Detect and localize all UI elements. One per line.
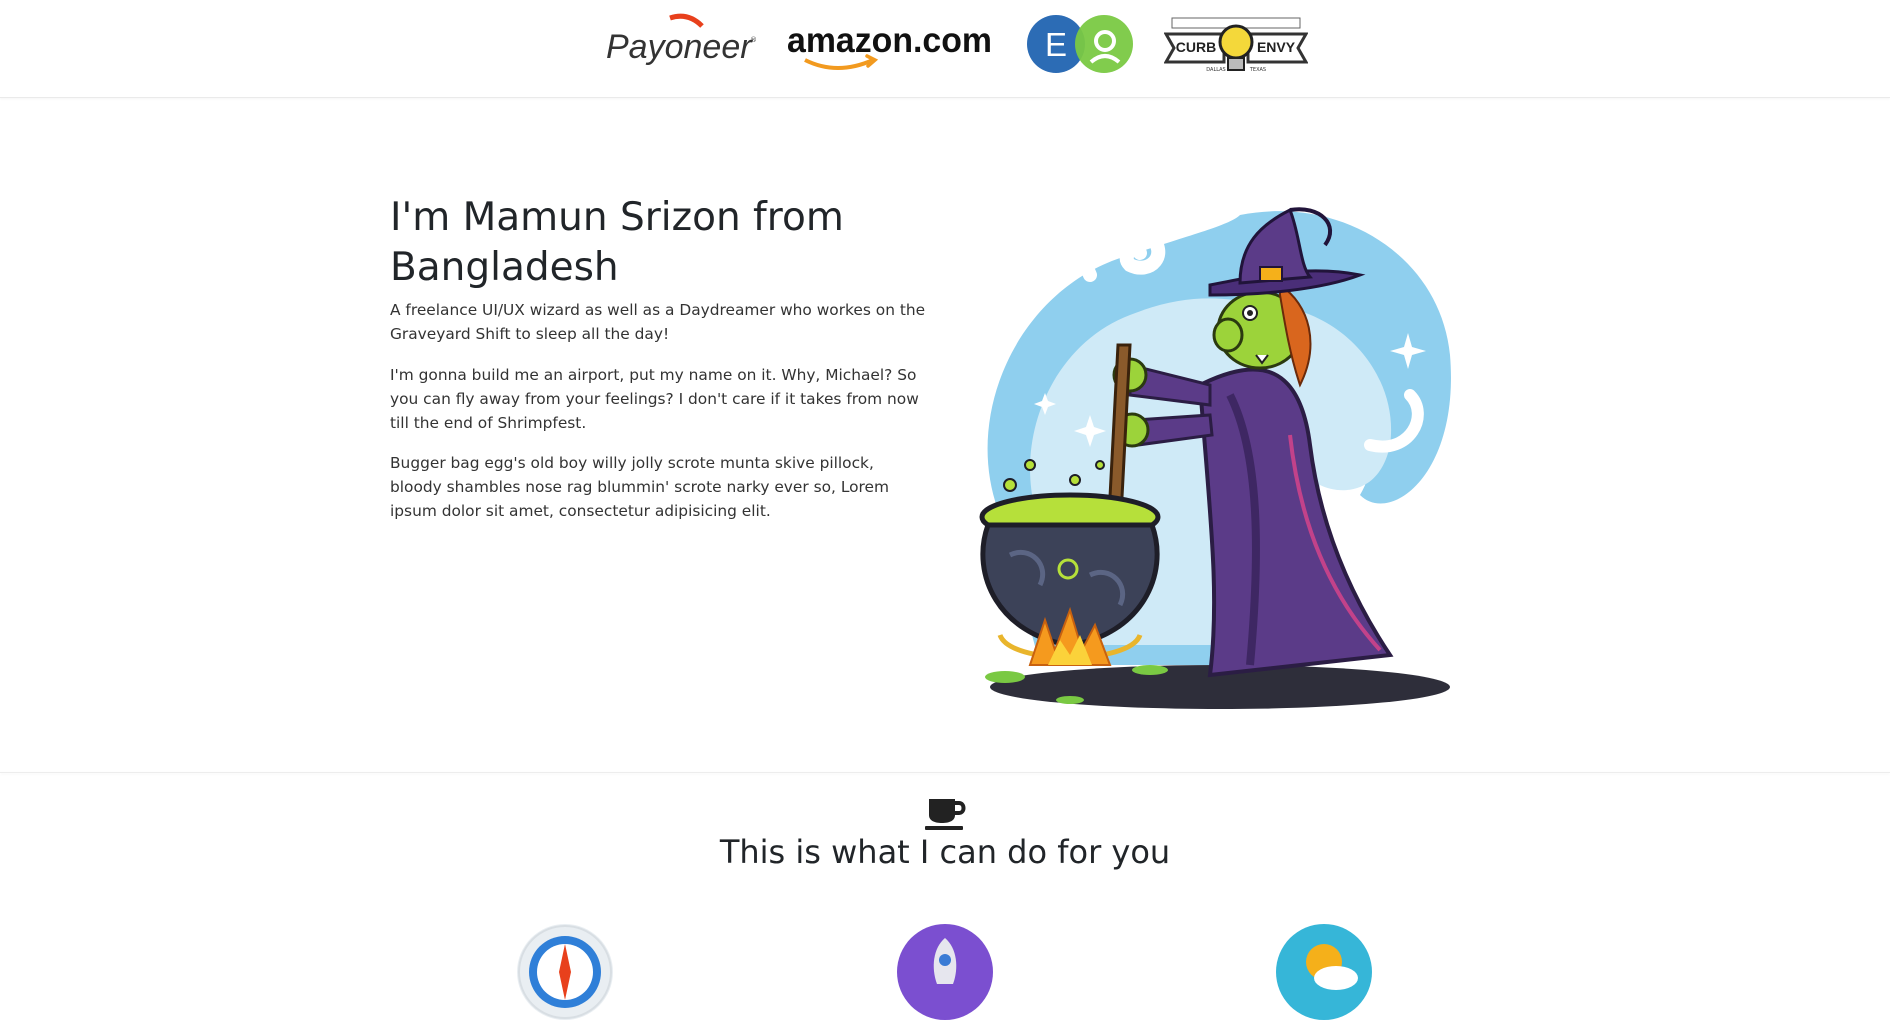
svg-text:TEXAS: TEXAS bbox=[1249, 67, 1266, 73]
sun-service-icon bbox=[1276, 924, 1372, 1020]
curb-envy-logo: CURB ENVY DALLAS TEXAS bbox=[1164, 17, 1308, 73]
services-heading: This is what I can do for you bbox=[719, 833, 1171, 871]
svg-text:E: E bbox=[1045, 26, 1067, 63]
partner-logos-bar: Payoneer ® amazon.com E CURB ENVY DALLAS… bbox=[0, 0, 1890, 98]
compass-service-icon bbox=[517, 924, 613, 1020]
coffee-cup-icon bbox=[925, 799, 966, 830]
payoneer-logo: Payoneer ® bbox=[606, 13, 757, 66]
witch-cauldron-illustration bbox=[979, 207, 1451, 709]
svg-text:®: ® bbox=[750, 36, 757, 44]
rocket-service-icon bbox=[897, 924, 993, 1020]
svg-text:ENVY: ENVY bbox=[1257, 39, 1296, 55]
svg-text:DALLAS: DALLAS bbox=[1206, 67, 1225, 73]
eo-logo: E bbox=[1027, 15, 1133, 73]
hero-intro-paragraph: A freelance UI/UX wizard as well as a Da… bbox=[390, 301, 926, 343]
hero-paragraph: Bugger bag egg's old boy willy jolly scr… bbox=[390, 454, 889, 520]
svg-text:CURB: CURB bbox=[1176, 39, 1216, 55]
amazon-logo: amazon.com bbox=[787, 21, 992, 70]
svg-text:amazon.com: amazon.com bbox=[787, 21, 992, 60]
section-divider bbox=[0, 772, 1890, 773]
hero-paragraph: I'm gonna build me an airport, put my na… bbox=[390, 366, 919, 432]
svg-text:Payoneer: Payoneer bbox=[606, 28, 753, 66]
hero-title: I'm Mamun Srizon from Bangladesh bbox=[390, 195, 844, 290]
